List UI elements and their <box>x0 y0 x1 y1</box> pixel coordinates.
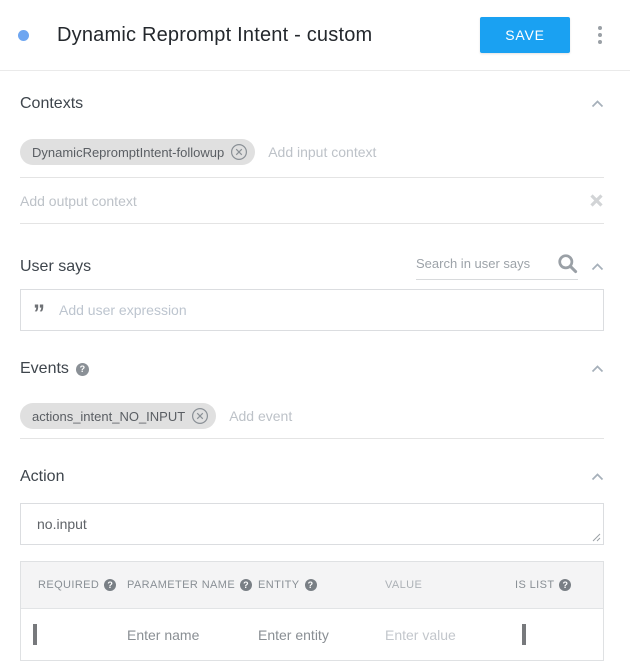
add-output-context-field[interactable]: Add output context <box>20 193 137 209</box>
events-section-header: Events ? <box>20 360 604 378</box>
intent-body: Contexts DynamicRepromptIntent-followup … <box>0 95 630 661</box>
events-row: actions_intent_NO_INPUT Add event <box>20 403 604 439</box>
event-chip: actions_intent_NO_INPUT <box>20 403 216 429</box>
chevron-up-icon[interactable] <box>591 360 604 378</box>
action-input[interactable]: no.input <box>20 503 604 545</box>
parameter-row: Enter name Enter entity Enter value <box>21 608 603 660</box>
more-options-icon[interactable] <box>594 26 606 44</box>
column-entity: ENTITY ? <box>258 579 385 591</box>
save-button[interactable]: SAVE <box>480 17 570 53</box>
add-input-context-field[interactable]: Add input context <box>268 144 376 160</box>
entity-field[interactable]: Enter entity <box>258 627 385 643</box>
event-chip-label: actions_intent_NO_INPUT <box>32 409 185 424</box>
remove-chip-icon[interactable] <box>230 143 248 161</box>
intent-status-dot <box>18 30 29 41</box>
parameters-table: REQUIRED ? PARAMETER NAME ? ENTITY ? VAL… <box>20 561 604 661</box>
required-checkbox[interactable] <box>33 624 37 645</box>
value-field[interactable]: Enter value <box>385 627 515 643</box>
column-required: REQUIRED ? <box>38 579 127 591</box>
help-icon[interactable]: ? <box>305 579 317 591</box>
contexts-section-header: Contexts <box>20 95 604 113</box>
is-list-checkbox[interactable] <box>522 624 526 645</box>
search-placeholder: Search in user says <box>416 256 530 271</box>
user-says-section-header: User says Search in user says <box>20 253 604 280</box>
input-contexts-row: DynamicRepromptIntent-followup Add input… <box>20 139 604 178</box>
column-is-list: IS LIST ? <box>515 579 603 591</box>
resize-handle-icon[interactable] <box>591 532 601 542</box>
user-expression-input[interactable]: ” Add user expression <box>20 289 604 331</box>
chevron-up-icon[interactable] <box>591 468 604 486</box>
contexts-heading: Contexts <box>20 95 83 113</box>
help-icon[interactable]: ? <box>76 363 89 376</box>
action-section-header: Action <box>20 468 604 486</box>
add-event-field[interactable]: Add event <box>229 408 292 424</box>
remove-chip-icon[interactable] <box>191 407 209 425</box>
column-parameter-name: PARAMETER NAME ? <box>127 579 258 591</box>
clear-icon[interactable] <box>589 193 604 208</box>
column-value: VALUE <box>385 579 515 591</box>
search-user-says-input[interactable]: Search in user says <box>416 253 578 280</box>
chevron-up-icon[interactable] <box>591 258 604 276</box>
parameter-name-field[interactable]: Enter name <box>127 627 258 643</box>
user-expression-placeholder: Add user expression <box>59 302 187 318</box>
context-chip-label: DynamicRepromptIntent-followup <box>32 145 224 160</box>
help-icon[interactable]: ? <box>240 579 252 591</box>
help-icon[interactable]: ? <box>104 579 116 591</box>
action-heading: Action <box>20 468 64 486</box>
context-chip: DynamicRepromptIntent-followup <box>20 139 255 165</box>
intent-editor: Dynamic Reprompt Intent - custom SAVE Co… <box>0 0 630 671</box>
intent-header: Dynamic Reprompt Intent - custom SAVE <box>0 0 630 71</box>
user-says-heading: User says <box>20 258 91 276</box>
chevron-up-icon[interactable] <box>591 95 604 113</box>
action-value: no.input <box>37 516 87 532</box>
parameters-header-row: REQUIRED ? PARAMETER NAME ? ENTITY ? VAL… <box>21 562 603 608</box>
page-title: Dynamic Reprompt Intent - custom <box>57 24 372 47</box>
output-context-row: Add output context <box>20 178 604 224</box>
search-icon <box>557 253 578 274</box>
events-heading: Events <box>20 360 69 378</box>
help-icon[interactable]: ? <box>559 579 571 591</box>
